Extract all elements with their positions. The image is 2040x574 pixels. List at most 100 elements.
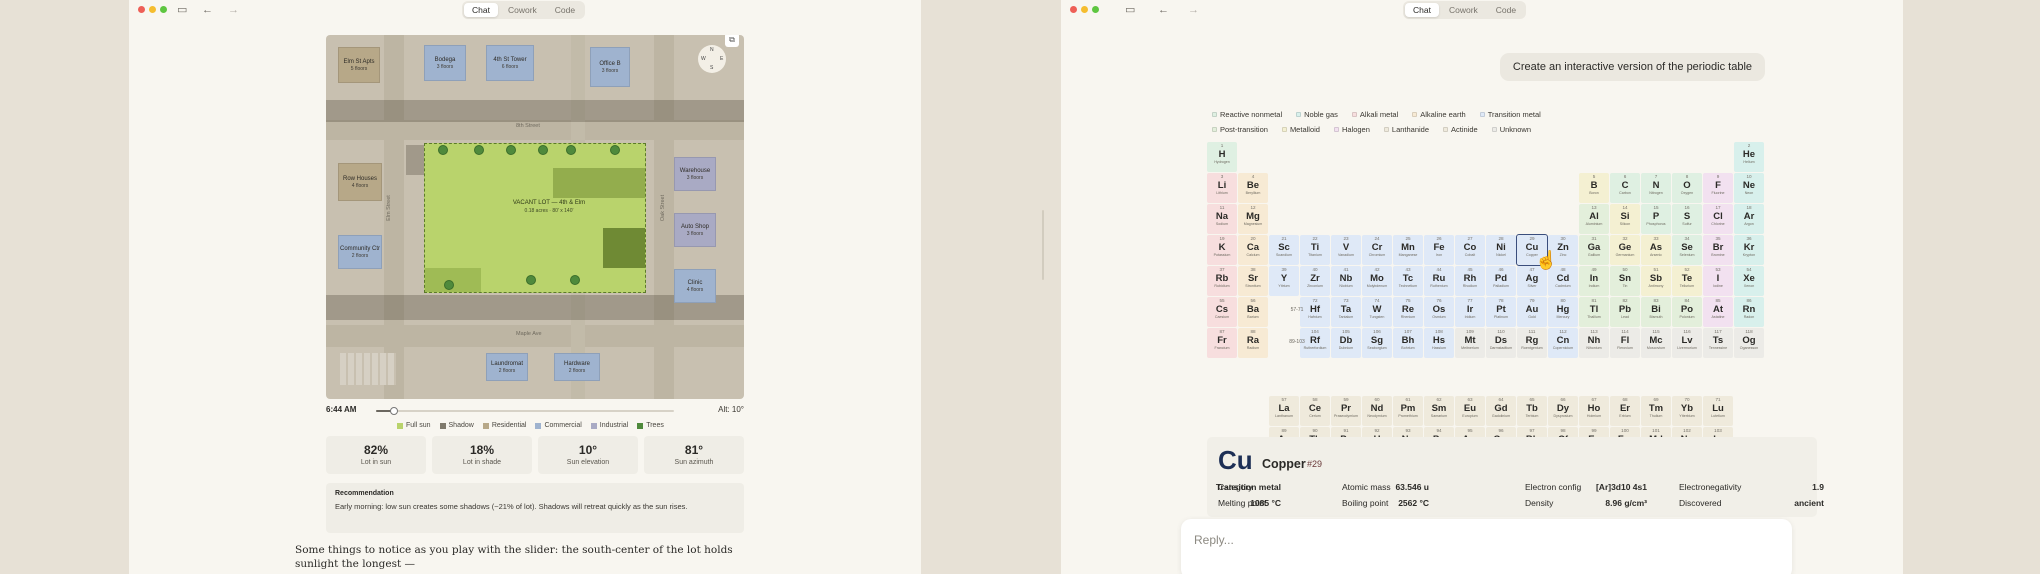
element-ti[interactable]: 22 Ti Titanium [1300,235,1330,265]
element-y[interactable]: 39 Y Yttrium [1269,266,1299,296]
element-ni[interactable]: 28 Ni Nickel [1486,235,1516,265]
element-pb[interactable]: 82 Pb Lead [1610,297,1640,327]
element-pd[interactable]: 46 Pd Palladium [1486,266,1516,296]
element-er[interactable]: 68 Er Erbium [1610,396,1640,426]
element-lv[interactable]: 116 Lv Livermorium [1672,328,1702,358]
element-zr[interactable]: 40 Zr Zirconium [1300,266,1330,296]
category-filter[interactable]: Alkali metal [1351,110,1398,119]
element-hs[interactable]: 108 Hs Hassium [1424,328,1454,358]
element-na[interactable]: 11 Na Sodium [1207,204,1237,234]
element-tb[interactable]: 65 Tb Terbium [1517,396,1547,426]
category-filter[interactable]: Unknown [1491,125,1531,134]
element-cs[interactable]: 55 Cs Caesium [1207,297,1237,327]
element-ts[interactable]: 117 Ts Tennessine [1703,328,1733,358]
category-filter[interactable]: Actinide [1443,125,1478,134]
element-co[interactable]: 27 Co Cobalt [1455,235,1485,265]
element-pr[interactable]: 59 Pr Praseodymium [1331,396,1361,426]
element-ru[interactable]: 44 Ru Ruthenium [1424,266,1454,296]
element-n[interactable]: 7 N Nitrogen [1641,173,1671,203]
element-k[interactable]: 19 K Potassium [1207,235,1237,265]
element-te[interactable]: 52 Te Tellurium [1672,266,1702,296]
element-o[interactable]: 8 O Oxygen [1672,173,1702,203]
minimize-window-button[interactable] [149,6,156,13]
category-filter[interactable]: Post-transition [1212,125,1268,134]
element-tl[interactable]: 81 Tl Thallium [1579,297,1609,327]
element-i[interactable]: 53 I Iodine [1703,266,1733,296]
category-filter[interactable]: Reactive nonmetal [1212,110,1282,119]
element-at[interactable]: 85 At Astatine [1703,297,1733,327]
element-br[interactable]: 35 Br Bromine [1703,235,1733,265]
category-filter[interactable]: Alkaline earth [1412,110,1466,119]
element-sb[interactable]: 51 Sb Antimony [1641,266,1671,296]
building[interactable]: Auto Shop 3 floors [674,213,716,247]
element-bh[interactable]: 107 Bh Bohrium [1393,328,1423,358]
element-ga[interactable]: 31 Ga Gallium [1579,235,1609,265]
category-filter[interactable]: Halogen [1333,125,1370,134]
element-ar[interactable]: 18 Ar Argon [1734,204,1764,234]
close-window-button[interactable] [1070,6,1077,13]
element-re[interactable]: 75 Re Rhenium [1393,297,1423,327]
element-ta[interactable]: 73 Ta Tantalum [1331,297,1361,327]
element-ra[interactable]: 88 Ra Radium [1238,328,1268,358]
element-eu[interactable]: 63 Eu Europium [1455,396,1485,426]
element-hg[interactable]: 80 Hg Mercury [1548,297,1578,327]
reply-input[interactable]: Reply... [1181,519,1792,574]
element-as[interactable]: 33 As Arsenic [1641,235,1671,265]
element-pt[interactable]: 78 Pt Platinum [1486,297,1516,327]
tab-code[interactable]: Code [1488,3,1524,17]
element-p[interactable]: 15 P Phosphorus [1641,204,1671,234]
tab-cowork[interactable]: Cowork [500,3,545,17]
element-og[interactable]: 118 Og Oganesson [1734,328,1764,358]
element-cl[interactable]: 17 Cl Chlorine [1703,204,1733,234]
element-rb[interactable]: 37 Rb Rubidium [1207,266,1237,296]
element-pm[interactable]: 61 Pm Promethium [1393,396,1423,426]
element-mt[interactable]: 109 Mt Meitnerium [1455,328,1485,358]
element-nh[interactable]: 113 Nh Nihonium [1579,328,1609,358]
element-rn[interactable]: 86 Rn Radon [1734,297,1764,327]
element-cr[interactable]: 24 Cr Chromium [1362,235,1392,265]
building[interactable]: Row Houses 4 floors [338,163,382,201]
category-filter[interactable]: Transition metal [1479,110,1541,119]
category-filter[interactable]: Noble gas [1296,110,1338,119]
element-f[interactable]: 9 F Fluorine [1703,173,1733,203]
element-sm[interactable]: 62 Sm Samarium [1424,396,1454,426]
element-s[interactable]: 16 S Sulfur [1672,204,1702,234]
element-si[interactable]: 14 Si Silicon [1610,204,1640,234]
element-ca[interactable]: 20 Ca Calcium [1238,235,1268,265]
building[interactable]: Clinic 4 floors [674,269,716,303]
sun-shadow-map[interactable]: 8th Street Elm Street Oak Street Maple A… [326,35,744,399]
element-gd[interactable]: 64 Gd Gadolinium [1486,396,1516,426]
element-c[interactable]: 6 C Carbon [1610,173,1640,203]
element-dy[interactable]: 66 Dy Dysprosium [1548,396,1578,426]
element-mn[interactable]: 25 Mn Manganese [1393,235,1423,265]
tab-cowork[interactable]: Cowork [1441,3,1486,17]
element-mo[interactable]: 42 Mo Molybdenum [1362,266,1392,296]
element-mg[interactable]: 12 Mg Magnesium [1238,204,1268,234]
element-nd[interactable]: 60 Nd Neodymium [1362,396,1392,426]
element-db[interactable]: 105 Db Dubnium [1331,328,1361,358]
vacant-lot[interactable]: VACANT LOT — 4th & Elm 0.18 acres · 80' … [424,143,646,293]
element-sc[interactable]: 21 Sc Scandium [1269,235,1299,265]
tab-code[interactable]: Code [547,3,583,17]
building[interactable]: Elm St Apts 5 floors [338,47,380,83]
time-slider-track[interactable] [376,407,674,415]
element-li[interactable]: 3 Li Lithium [1207,173,1237,203]
sidebar-toggle-icon[interactable]: ▭ [1125,3,1135,17]
element-h[interactable]: 1 H Hydrogen [1207,142,1237,172]
element-fr[interactable]: 87 Fr Francium [1207,328,1237,358]
sidebar-toggle-icon[interactable]: ▭ [177,3,187,17]
element-sg[interactable]: 106 Sg Seaborgium [1362,328,1392,358]
element-yb[interactable]: 70 Yb Ytterbium [1672,396,1702,426]
building[interactable]: Bodega 3 floors [424,45,466,81]
element-ba[interactable]: 56 Ba Barium [1238,297,1268,327]
window-divider[interactable] [1042,210,1044,280]
back-arrow-icon[interactable]: ← [202,3,213,17]
category-filter[interactable]: Metalloid [1281,125,1320,134]
element-ir[interactable]: 77 Ir Iridium [1455,297,1485,327]
element-tc[interactable]: 43 Tc Technetium [1393,266,1423,296]
zoom-window-button[interactable] [1092,6,1099,13]
element-au[interactable]: 79 Au Gold [1517,297,1547,327]
building[interactable]: Laundromat 2 floors [486,353,528,381]
element-he[interactable]: 2 He Helium [1734,142,1764,172]
element-os[interactable]: 76 Os Osmium [1424,297,1454,327]
